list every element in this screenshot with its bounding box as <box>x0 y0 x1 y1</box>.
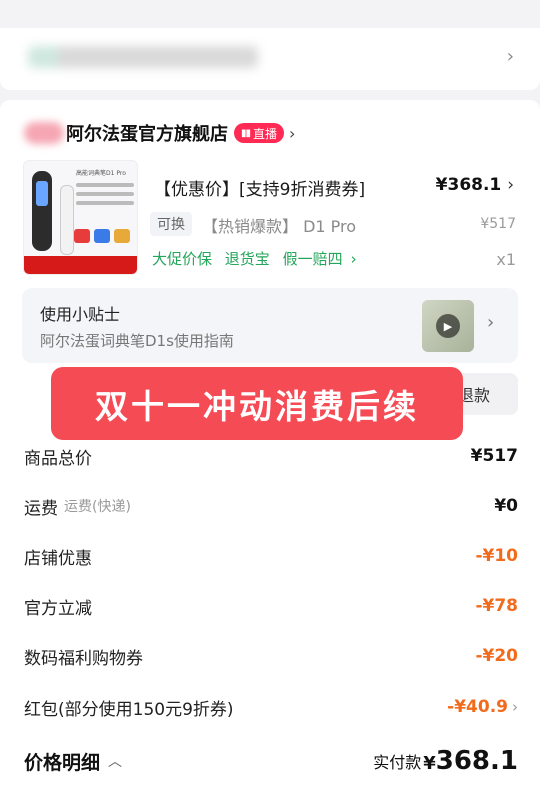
feature-block <box>74 229 90 243</box>
cost-label: 红包(部分使用150元9折券) <box>24 699 234 720</box>
usage-tips-card[interactable]: 使用小贴士 阿尔法蛋词典笔D1s使用指南 ▶ › <box>22 288 518 363</box>
product-variant: 【热销爆款】 D1 Pro <box>202 217 357 236</box>
quantity: x1 <box>496 250 516 269</box>
pen-image <box>32 171 52 251</box>
store-header[interactable]: 阿尔法蛋官方旗舰店 ▮▮ 直播 › <box>24 120 295 146</box>
original-price: ¥517 <box>480 216 516 232</box>
red-packet-value: -¥40.9 <box>447 697 508 717</box>
cost-value: ¥0 <box>494 496 518 516</box>
thumb-promo-bar <box>24 256 137 274</box>
feature-block <box>114 229 130 243</box>
cost-label: 商品总价 <box>24 448 92 469</box>
live-bars-icon: ▮▮ <box>241 127 251 139</box>
guarantee-tags[interactable]: 大促价保 退货宝 假一赔四 › <box>152 248 365 269</box>
product-title[interactable]: 【优惠价】[支持9折消费券] <box>154 175 365 200</box>
guarantee-price-protect: 大促价保 <box>152 250 213 268</box>
cost-label: 运费 <box>24 498 58 519</box>
paid-label: 实付款 <box>373 753 422 772</box>
cost-row: 商品总价 ¥517 <box>24 444 518 469</box>
cost-value: -¥20 <box>475 646 518 666</box>
cost-label: 店铺优惠 <box>24 548 92 569</box>
store-name[interactable]: 阿尔法蛋官方旗舰店 <box>66 120 228 146</box>
cost-value: -¥78 <box>475 596 518 616</box>
cost-row: 店铺优惠 -¥10 <box>24 544 518 569</box>
address-card[interactable]: › <box>0 28 540 90</box>
live-badge[interactable]: ▮▮ 直播 <box>234 123 285 143</box>
paid-value: 368.1 <box>435 746 518 776</box>
chevron-right-icon: › <box>289 123 296 143</box>
tips-subtitle: 阿尔法蛋词典笔D1s使用指南 <box>40 332 234 350</box>
guarantee-return: 退货宝 <box>224 250 270 268</box>
blurred-address <box>28 46 258 68</box>
chevron-right-icon: › <box>506 46 514 67</box>
cost-sublabel: 运费(快递) <box>64 499 131 515</box>
overlay-banner: 双十一冲动消费后续 <box>51 367 463 440</box>
paid-amount: ¥368.1 <box>423 746 518 776</box>
paid-currency: ¥ <box>423 753 436 774</box>
cost-value: ¥517 <box>470 446 518 466</box>
cost-row: 数码福利购物券 -¥20 <box>24 644 518 669</box>
play-icon: ▶ <box>436 314 460 338</box>
cost-label: 数码福利购物券 <box>24 648 143 669</box>
chevron-right-icon: › <box>512 698 518 716</box>
product-thumbnail[interactable]: 高能词典笔D1 Pro <box>23 160 138 275</box>
product-price-value: ¥368.1 <box>435 175 502 195</box>
chevron-right-icon: › <box>507 175 514 195</box>
cost-row: 官方立减 -¥78 <box>24 594 518 619</box>
guarantee-authentic: 假一赔四 <box>282 250 343 268</box>
chevron-right-icon: › <box>487 312 495 333</box>
price-footer: 价格明细 ︿ 实付款 ¥368.1 <box>24 745 518 777</box>
tips-title: 使用小贴士 <box>40 305 121 324</box>
cost-label: 官方立减 <box>24 598 92 619</box>
swap-badge: 可换 <box>150 212 192 236</box>
pen-image-secondary <box>60 185 74 255</box>
feature-block <box>94 229 110 243</box>
order-card: 阿尔法蛋官方旗舰店 ▮▮ 直播 › 高能词典笔D1 Pro 【优惠价】[支持9折… <box>0 100 540 810</box>
store-avatar <box>24 122 64 144</box>
thumb-caption: 高能词典笔D1 Pro <box>76 169 134 205</box>
cost-value: -¥40.9 › <box>447 697 518 717</box>
cost-value: -¥10 <box>475 546 518 566</box>
cost-row: 运费 运费(快递) ¥0 <box>24 494 518 519</box>
live-label: 直播 <box>253 126 278 141</box>
product-price[interactable]: ¥368.1 › <box>436 175 514 195</box>
chevron-right-icon: › <box>350 250 357 268</box>
price-detail-toggle[interactable]: 价格明细 <box>24 748 100 775</box>
cost-row[interactable]: 红包(部分使用150元9折券) -¥40.9 › <box>24 695 518 720</box>
video-thumbnail[interactable]: ▶ <box>422 300 474 352</box>
chevron-up-icon[interactable]: ︿ <box>108 751 122 771</box>
